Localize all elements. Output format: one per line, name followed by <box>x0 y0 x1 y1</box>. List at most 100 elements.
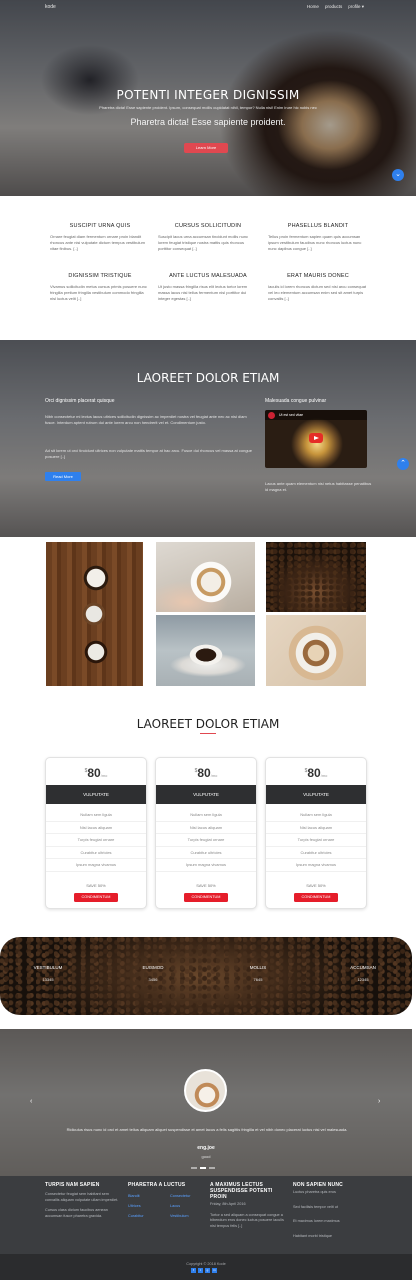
footer-text: Cursus class dictum faucibus aenean accu… <box>45 1208 108 1218</box>
feature-text: Ornare feugiat diam fermentum ornare pro… <box>50 234 145 251</box>
feature-text: Vivamus sollicitudin metus cursus primis… <box>50 284 147 301</box>
plan-feature: Turpis feugiat ornare <box>266 834 366 847</box>
learn-more-button[interactable]: Learn More <box>184 143 228 153</box>
gallery-image-coffee-cups[interactable] <box>46 542 143 686</box>
plan-feature: Curabitur ultricies <box>156 847 256 859</box>
plan-buy-button[interactable]: CONDIMENTUM <box>294 893 338 902</box>
pricing-card: $80/mo VULPUTATE Nullam sem ligula Nisl … <box>155 757 257 909</box>
feature-item: ERAT MAURIS DONEC Iaculis id lorem rhonc… <box>268 273 368 302</box>
nav-link-products[interactable]: products <box>325 4 342 10</box>
pricing-title: LAOREET DOLOR ETIAM <box>136 717 280 731</box>
about-left-heading: Orci dignissim placerat quisque <box>45 398 115 404</box>
footer-link[interactable]: Vestibulum <box>170 1214 212 1218</box>
about-left-text: Nibh consectetur mi lectus lacus ultrice… <box>45 414 247 425</box>
feature-title: PHASELLUS BLANDIT <box>287 223 349 229</box>
footer-heading: PHARETRA A LUCTUS <box>128 1182 186 1188</box>
feature-title: CURSUS SOLLICITUDIN <box>174 223 242 229</box>
feature-text: Suscipit lacus urna accumsan tincidunt m… <box>158 234 249 251</box>
plan-price: $80/mo <box>46 766 146 780</box>
plan-price: $80/mo <box>266 766 366 780</box>
nav-links: Home products profile ▾ <box>307 4 364 10</box>
gallery-image-latte-art[interactable] <box>266 615 366 686</box>
plan-name: VULPUTATE <box>266 785 366 804</box>
chevron-left-icon[interactable]: ‹ <box>30 1098 32 1105</box>
facebook-icon[interactable]: f <box>191 1268 196 1273</box>
gallery-image-coffee-beans[interactable] <box>266 542 366 612</box>
plan-buy-button[interactable]: CONDIMENTUM <box>184 893 228 902</box>
about-right-heading: Malesuada congue pulvinar <box>265 398 327 404</box>
plan-name: VULPUTATE <box>46 785 146 804</box>
nav-link-profile[interactable]: profile ▾ <box>348 4 364 10</box>
chevron-down-icon: ⌄ <box>395 171 401 178</box>
footer-list-item[interactable]: Et maximus lorem maximus <box>293 1219 371 1225</box>
stat-label: MOLLIS <box>249 965 267 970</box>
carousel-indicators <box>191 1167 215 1169</box>
plan-save: SAVE 50% <box>86 883 106 888</box>
footer-link[interactable]: Ultrices <box>128 1204 170 1208</box>
plan-feature: Curabitur ultricies <box>46 847 146 859</box>
footer-list-item[interactable]: Habitant morbi tristique <box>293 1234 371 1240</box>
stat-label: ACCUMSAN <box>350 965 376 970</box>
price-period: /mo <box>100 773 108 778</box>
feature-item: CURSUS SOLLICITUDIN Suscipit lacus urna … <box>158 223 258 252</box>
carousel-dot[interactable] <box>191 1167 197 1169</box>
feature-text: Tellus proin fermentum sapien quam quis … <box>268 234 362 251</box>
chevron-right-icon[interactable]: › <box>378 1098 380 1105</box>
footer-heading: NON SAPIEN NUNC <box>293 1182 343 1188</box>
plan-feature: Turpis feugiat ornare <box>156 834 256 847</box>
footer-heading[interactable]: A MAXIMUS LECTUS SUSPENDISSE POTENTI PRO… <box>210 1182 288 1200</box>
carousel-dot[interactable] <box>209 1167 215 1169</box>
footer-link[interactable]: Blandit <box>128 1194 170 1198</box>
footer-list-item[interactable]: Luctus pharetra quis eros <box>293 1190 371 1196</box>
plan-feature: Ipsum magna vivamus <box>46 859 146 872</box>
testimonial-name: eng.joe <box>197 1145 215 1151</box>
stat-item: EUISMOD 3456 <box>123 965 183 982</box>
footer-link[interactable]: Consectetur <box>170 1194 212 1198</box>
footer-col-about: TURPIS NAM SAPIEN Consectetur feugiat se… <box>45 1182 123 1219</box>
feature-title: ERAT MAURIS DONEC <box>287 273 349 279</box>
play-icon[interactable] <box>309 433 323 443</box>
price-amount: 80 <box>197 766 211 780</box>
stat-value: 7645 <box>253 977 263 982</box>
hero-subtitle: Pharetra dicta! Esse sapiente proident. … <box>99 105 317 110</box>
brand-logo[interactable]: kode <box>45 4 56 10</box>
features-section <box>0 196 416 340</box>
scroll-down-button[interactable]: ⌄ <box>392 169 404 181</box>
scroll-up-button[interactable]: ⌃ <box>397 458 409 470</box>
footer-col-list: NON SAPIEN NUNC Luctus pharetra quis ero… <box>293 1182 371 1239</box>
feature-title: SUSCIPIT URNA QUIS <box>69 223 131 229</box>
carousel-dot-active[interactable] <box>200 1167 206 1169</box>
footer-list-item[interactable]: Sed facilisis tempor velit ut <box>293 1205 371 1211</box>
stat-value: 3456 <box>148 977 158 982</box>
twitter-icon[interactable]: t <box>198 1268 203 1273</box>
stat-value: 13345 <box>42 977 54 982</box>
stat-item: MOLLIS 7645 <box>228 965 288 982</box>
linkedin-icon[interactable]: in <box>212 1268 217 1273</box>
read-more-button[interactable]: Read More <box>45 472 81 481</box>
hero-title: POTENTI INTEGER DIGNISSIM <box>116 88 300 102</box>
pricing-card: $80/mo VULPUTATE Nullam sem ligula Nisl … <box>265 757 367 909</box>
feature-item: DIGNISSIM TRISTIQUE Vivamus sollicitudin… <box>50 273 150 302</box>
gallery-image-espresso[interactable] <box>156 615 255 686</box>
plan-feature: Nisl lacus aliquam <box>266 822 366 834</box>
feature-item: PHASELLUS BLANDIT Tellus proin fermentum… <box>268 223 368 252</box>
stat-item: VESTIBULUM 13345 <box>18 965 78 982</box>
video-title-bar: Ut est sed vitae <box>265 410 367 420</box>
gallery-image-hands-coffee[interactable] <box>156 542 255 612</box>
footer-heading: TURPIS NAM SAPIEN <box>45 1182 100 1188</box>
feature-title: DIGNISSIM TRISTIQUE <box>68 273 132 279</box>
title-underline <box>200 733 216 734</box>
plan-buy-button[interactable]: CONDIMENTUM <box>74 893 118 902</box>
chevron-down-icon: ▾ <box>361 4 364 9</box>
google-plus-icon[interactable]: g <box>205 1268 210 1273</box>
price-amount: 80 <box>87 766 101 780</box>
footer-col-links: PHARETRA A LUCTUS Blandit Consectetur Ul… <box>128 1182 208 1218</box>
price-period: /mo <box>320 773 328 778</box>
plan-feature: Curabitur ultricies <box>266 847 366 859</box>
nav-link-home[interactable]: Home <box>307 4 319 10</box>
footer-link[interactable]: Curabitur <box>128 1214 170 1218</box>
chevron-up-icon: ⌃ <box>400 460 406 467</box>
footer-link[interactable]: Lacus <box>170 1204 212 1208</box>
video-embed[interactable]: Ut est sed vitae <box>265 410 367 468</box>
navbar: kode Home products profile ▾ <box>0 0 416 16</box>
